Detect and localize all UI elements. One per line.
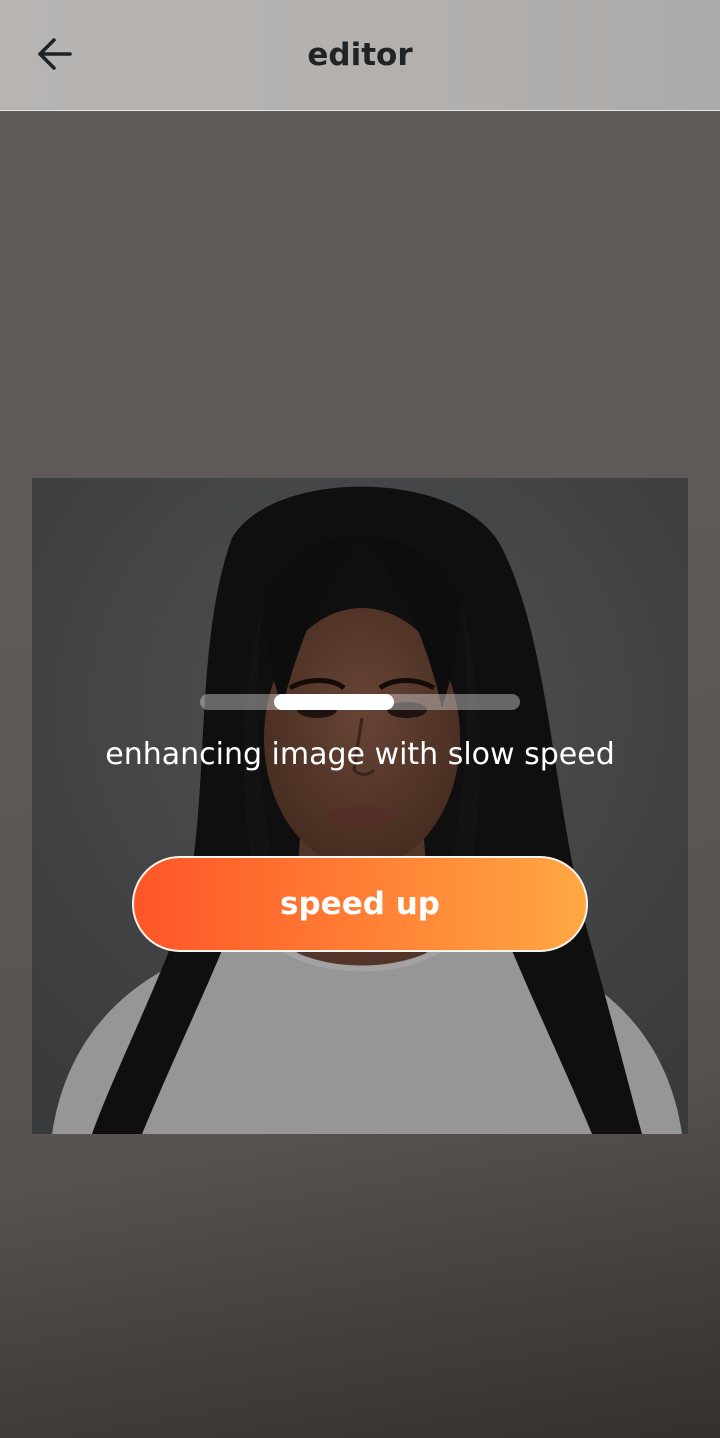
top-app-bar: editor: [0, 0, 720, 111]
arrow-left-icon: [36, 35, 74, 77]
progress-indicator: [274, 694, 394, 710]
page-title: editor: [307, 37, 413, 73]
dim-overlay: [32, 478, 688, 1134]
enhance-progress-bar: [200, 694, 520, 710]
image-preview: [32, 478, 688, 1134]
speed-up-button[interactable]: speed up: [132, 856, 588, 952]
enhancing-status-text: enhancing image with slow speed: [105, 737, 615, 772]
back-button[interactable]: [26, 27, 84, 85]
